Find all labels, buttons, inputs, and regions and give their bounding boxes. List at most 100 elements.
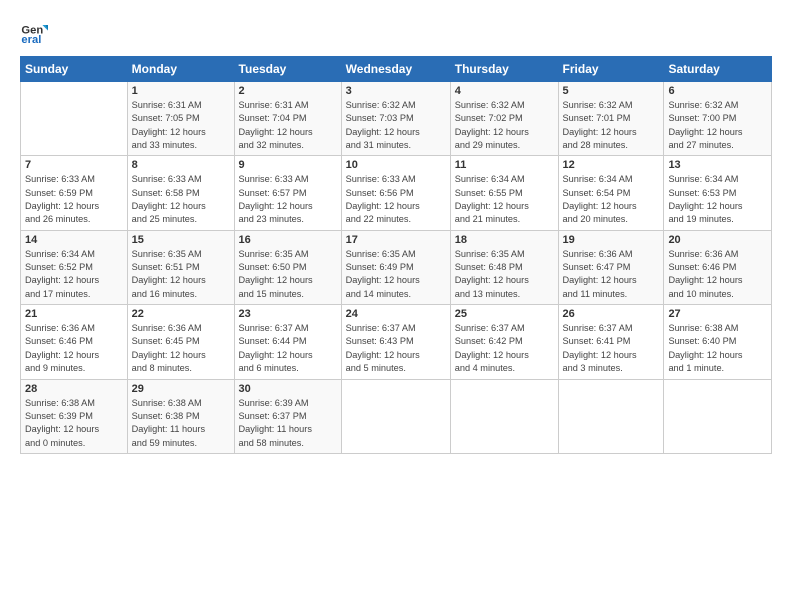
day-number: 14: [25, 234, 123, 246]
week-row-1: 1 Sunrise: 6:31 AM Sunset: 7:05 PM Daylig…: [21, 82, 772, 156]
day-number: 2: [239, 85, 337, 97]
day-number: 5: [563, 85, 660, 97]
logo-icon: Gen eral: [20, 18, 48, 46]
day-info: Sunrise: 6:32 AM Sunset: 7:01 PM Dayligh…: [563, 99, 660, 152]
day-number: 20: [668, 234, 767, 246]
day-info: Sunrise: 6:36 AM Sunset: 6:47 PM Dayligh…: [563, 248, 660, 301]
day-info: Sunrise: 6:36 AM Sunset: 6:45 PM Dayligh…: [132, 322, 230, 375]
header-cell-thursday: Thursday: [450, 57, 558, 82]
day-cell: 22 Sunrise: 6:36 AM Sunset: 6:45 PM Dayli…: [127, 305, 234, 379]
day-info: Sunrise: 6:34 AM Sunset: 6:52 PM Dayligh…: [25, 248, 123, 301]
day-cell: 27Sunrise: 6:38 AM Sunset: 6:40 PM Dayli…: [664, 305, 772, 379]
day-info: Sunrise: 6:39 AM Sunset: 6:37 PM Dayligh…: [239, 397, 337, 450]
day-cell: 25 Sunrise: 6:37 AM Sunset: 6:42 PM Dayli…: [450, 305, 558, 379]
day-cell: [664, 379, 772, 453]
day-info: Sunrise: 6:37 AM Sunset: 6:41 PM Dayligh…: [563, 322, 660, 375]
day-number: 19: [563, 234, 660, 246]
day-number: 17: [346, 234, 446, 246]
day-info: Sunrise: 6:33 AM Sunset: 6:59 PM Dayligh…: [25, 173, 123, 226]
day-cell: 7 Sunrise: 6:33 AM Sunset: 6:59 PM Daylig…: [21, 156, 128, 230]
day-info: Sunrise: 6:35 AM Sunset: 6:49 PM Dayligh…: [346, 248, 446, 301]
day-number: 22: [132, 308, 230, 320]
day-info: Sunrise: 6:33 AM Sunset: 6:56 PM Dayligh…: [346, 173, 446, 226]
day-number: 3: [346, 85, 446, 97]
day-number: 27: [668, 308, 767, 320]
week-row-3: 14 Sunrise: 6:34 AM Sunset: 6:52 PM Dayli…: [21, 230, 772, 304]
header-cell-saturday: Saturday: [664, 57, 772, 82]
day-info: Sunrise: 6:35 AM Sunset: 6:48 PM Dayligh…: [455, 248, 554, 301]
day-info: Sunrise: 6:31 AM Sunset: 7:05 PM Dayligh…: [132, 99, 230, 152]
day-cell: 2Sunrise: 6:31 AM Sunset: 7:04 PM Daylig…: [234, 82, 341, 156]
day-number: 11: [455, 159, 554, 171]
calendar-table: SundayMondayTuesdayWednesdayThursdayFrid…: [20, 56, 772, 454]
day-number: 16: [239, 234, 337, 246]
week-row-2: 7 Sunrise: 6:33 AM Sunset: 6:59 PM Daylig…: [21, 156, 772, 230]
day-info: Sunrise: 6:33 AM Sunset: 6:58 PM Dayligh…: [132, 173, 230, 226]
week-row-4: 21 Sunrise: 6:36 AM Sunset: 6:46 PM Dayli…: [21, 305, 772, 379]
header-cell-monday: Monday: [127, 57, 234, 82]
header-cell-wednesday: Wednesday: [341, 57, 450, 82]
day-number: 18: [455, 234, 554, 246]
day-cell: 9 Sunrise: 6:33 AM Sunset: 6:57 PM Daylig…: [234, 156, 341, 230]
day-number: 9: [239, 159, 337, 171]
day-number: 4: [455, 85, 554, 97]
day-number: 1: [132, 85, 230, 97]
day-number: 29: [132, 383, 230, 395]
header: Gen eral: [20, 18, 772, 46]
day-info: Sunrise: 6:38 AM Sunset: 6:38 PM Dayligh…: [132, 397, 230, 450]
day-number: 25: [455, 308, 554, 320]
day-cell: 6 Sunrise: 6:32 AM Sunset: 7:00 PM Daylig…: [664, 82, 772, 156]
day-info: Sunrise: 6:34 AM Sunset: 6:55 PM Dayligh…: [455, 173, 554, 226]
day-cell: 15 Sunrise: 6:35 AM Sunset: 6:51 PM Dayli…: [127, 230, 234, 304]
day-cell: 28 Sunrise: 6:38 AM Sunset: 6:39 PM Dayli…: [21, 379, 128, 453]
day-number: 30: [239, 383, 337, 395]
day-info: Sunrise: 6:37 AM Sunset: 6:44 PM Dayligh…: [239, 322, 337, 375]
day-cell: 20 Sunrise: 6:36 AM Sunset: 6:46 PM Dayli…: [664, 230, 772, 304]
day-number: 6: [668, 85, 767, 97]
header-cell-friday: Friday: [558, 57, 664, 82]
day-cell: 4 Sunrise: 6:32 AM Sunset: 7:02 PM Daylig…: [450, 82, 558, 156]
day-cell: 13 Sunrise: 6:34 AM Sunset: 6:53 PM Dayli…: [664, 156, 772, 230]
day-cell: 14 Sunrise: 6:34 AM Sunset: 6:52 PM Dayli…: [21, 230, 128, 304]
day-cell: 18 Sunrise: 6:35 AM Sunset: 6:48 PM Dayli…: [450, 230, 558, 304]
day-cell: 19 Sunrise: 6:36 AM Sunset: 6:47 PM Dayli…: [558, 230, 664, 304]
day-number: 26: [563, 308, 660, 320]
day-cell: 1 Sunrise: 6:31 AM Sunset: 7:05 PM Daylig…: [127, 82, 234, 156]
day-cell: 21 Sunrise: 6:36 AM Sunset: 6:46 PM Dayli…: [21, 305, 128, 379]
header-cell-tuesday: Tuesday: [234, 57, 341, 82]
day-info: Sunrise: 6:32 AM Sunset: 7:00 PM Dayligh…: [668, 99, 767, 152]
day-cell: [341, 379, 450, 453]
day-info: Sunrise: 6:36 AM Sunset: 6:46 PM Dayligh…: [25, 322, 123, 375]
day-info: Sunrise: 6:32 AM Sunset: 7:02 PM Dayligh…: [455, 99, 554, 152]
day-cell: 8Sunrise: 6:33 AM Sunset: 6:58 PM Daylig…: [127, 156, 234, 230]
day-info: Sunrise: 6:34 AM Sunset: 6:54 PM Dayligh…: [563, 173, 660, 226]
day-number: 10: [346, 159, 446, 171]
day-number: 21: [25, 308, 123, 320]
header-row: SundayMondayTuesdayWednesdayThursdayFrid…: [21, 57, 772, 82]
logo: Gen eral: [20, 18, 50, 46]
day-number: 15: [132, 234, 230, 246]
day-cell: 10 Sunrise: 6:33 AM Sunset: 6:56 PM Dayli…: [341, 156, 450, 230]
week-row-5: 28 Sunrise: 6:38 AM Sunset: 6:39 PM Dayli…: [21, 379, 772, 453]
day-number: 12: [563, 159, 660, 171]
day-info: Sunrise: 6:34 AM Sunset: 6:53 PM Dayligh…: [668, 173, 767, 226]
day-cell: 16Sunrise: 6:35 AM Sunset: 6:50 PM Dayli…: [234, 230, 341, 304]
day-number: 28: [25, 383, 123, 395]
day-info: Sunrise: 6:36 AM Sunset: 6:46 PM Dayligh…: [668, 248, 767, 301]
day-cell: 26 Sunrise: 6:37 AM Sunset: 6:41 PM Dayli…: [558, 305, 664, 379]
day-info: Sunrise: 6:37 AM Sunset: 6:42 PM Dayligh…: [455, 322, 554, 375]
day-cell: 12 Sunrise: 6:34 AM Sunset: 6:54 PM Dayli…: [558, 156, 664, 230]
day-cell: 3Sunrise: 6:32 AM Sunset: 7:03 PM Daylig…: [341, 82, 450, 156]
day-info: Sunrise: 6:35 AM Sunset: 6:51 PM Dayligh…: [132, 248, 230, 301]
day-info: Sunrise: 6:38 AM Sunset: 6:39 PM Dayligh…: [25, 397, 123, 450]
svg-text:eral: eral: [21, 34, 41, 46]
day-number: 7: [25, 159, 123, 171]
day-number: 24: [346, 308, 446, 320]
day-info: Sunrise: 6:33 AM Sunset: 6:57 PM Dayligh…: [239, 173, 337, 226]
calendar-page: Gen eral SundayMondayTuesdayWednesdayThu…: [0, 0, 792, 612]
day-cell: [558, 379, 664, 453]
day-cell: 30 Sunrise: 6:39 AM Sunset: 6:37 PM Dayli…: [234, 379, 341, 453]
day-number: 13: [668, 159, 767, 171]
day-cell: 24Sunrise: 6:37 AM Sunset: 6:43 PM Dayli…: [341, 305, 450, 379]
day-cell: [21, 82, 128, 156]
